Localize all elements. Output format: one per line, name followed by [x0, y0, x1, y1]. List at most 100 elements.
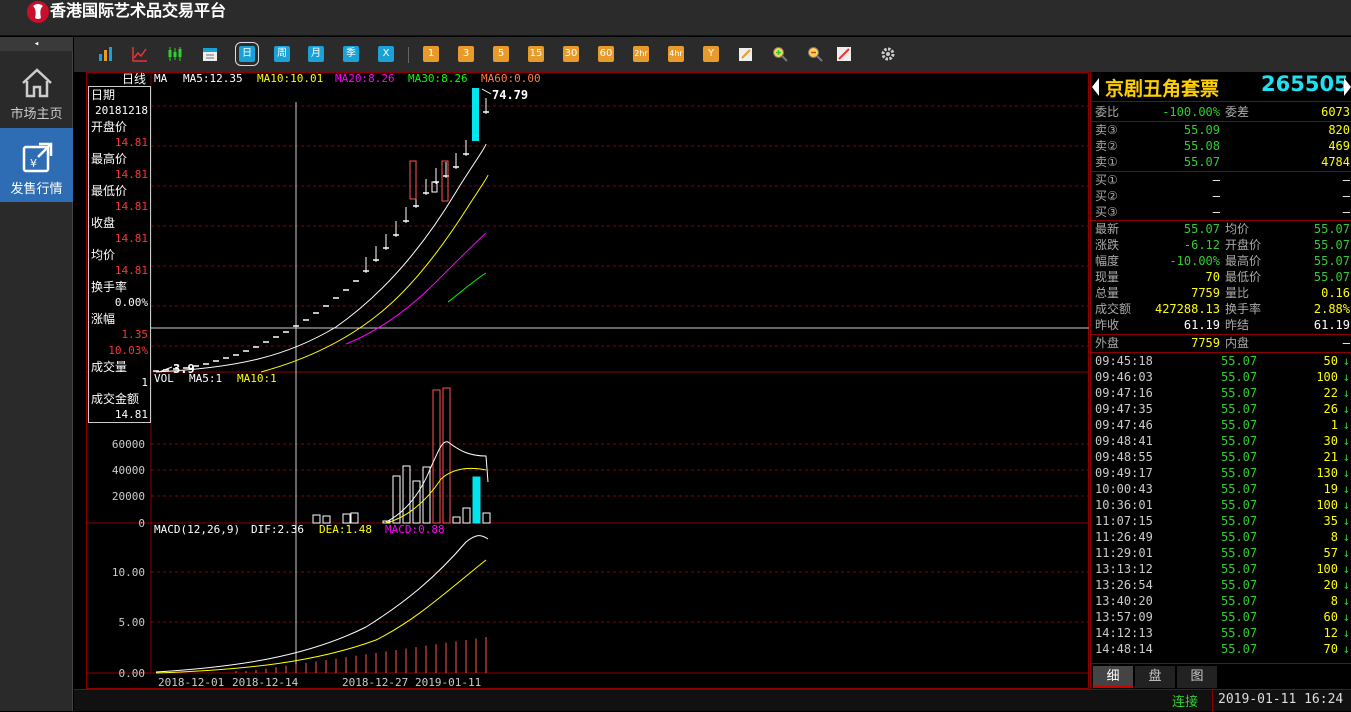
label: 委差: [1225, 105, 1250, 119]
sidebar-item-market-home[interactable]: 市场主页: [0, 53, 73, 127]
tick-row: 09:46:03 55.07 100 ↓: [1091, 369, 1351, 385]
minute-5-button[interactable]: 5: [493, 46, 509, 62]
info-label: 均价: [91, 248, 116, 262]
value: 427288.13: [1154, 302, 1220, 316]
period-custom-button[interactable]: X: [378, 46, 394, 62]
tick-price: 55.07: [1221, 498, 1258, 512]
tab-chart[interactable]: 图: [1177, 666, 1217, 688]
value: 55.07: [1313, 238, 1350, 252]
macd-axis-label: 10.00: [112, 566, 145, 579]
minute-15-button[interactable]: 15: [528, 46, 544, 62]
minute-3-button[interactable]: 3: [458, 46, 474, 62]
value: -10.00%: [1169, 254, 1220, 268]
label: 昨收: [1095, 318, 1120, 332]
tick-volume: 57: [1323, 546, 1338, 560]
down-arrow-icon: ↓: [1342, 610, 1350, 624]
label: 卖②: [1095, 139, 1118, 153]
down-arrow-icon: ↓: [1342, 402, 1350, 416]
candle-up: [441, 160, 449, 202]
tick-price: 55.07: [1221, 434, 1258, 448]
date-axis-label: 2018-12-27: [342, 676, 408, 689]
tick-volume: 12: [1323, 626, 1338, 640]
legend-entry: DEA:1.48: [319, 523, 372, 536]
tick-row: 11:07:15 55.07 35 ↓: [1091, 513, 1351, 529]
minute-60-button[interactable]: 60: [598, 46, 614, 62]
tick-row: 10:00:43 55.07 19 ↓: [1091, 481, 1351, 497]
tick-price: 55.07: [1221, 642, 1258, 656]
macd-axis-label: 0.00: [119, 667, 146, 680]
line-chart-icon[interactable]: [132, 46, 148, 62]
date-axis-label: 2019-01-11: [415, 676, 481, 689]
sidebar-collapse-button[interactable]: ◂: [0, 37, 73, 51]
period-day-button[interactable]: 日: [235, 42, 259, 66]
zoom-in-icon[interactable]: [772, 46, 788, 62]
bar-chart-icon[interactable]: [98, 46, 114, 62]
legend-entry: MA60:0.00: [481, 72, 541, 85]
volume: 469: [1328, 139, 1350, 153]
down-arrow-icon: ↓: [1342, 546, 1350, 560]
period-week-button[interactable]: 周: [274, 46, 290, 62]
tick-volume: 130: [1316, 466, 1338, 480]
calendar-icon[interactable]: [202, 46, 218, 62]
date-axis-label: 2018-12-14: [232, 676, 299, 689]
period-quarter-button[interactable]: 季: [343, 46, 359, 62]
tick-row: 13:13:12 55.07 100 ↓: [1091, 561, 1351, 577]
info-label: 最高价: [91, 152, 128, 166]
value: 61.19: [1313, 318, 1350, 332]
zoom-out-icon[interactable]: [807, 46, 823, 62]
kline-chart[interactable]: 日线 MA MA5:12.35 MA10:10.01 MA20:8.26 MA30:8.…: [86, 72, 1089, 689]
label: 均价: [1225, 222, 1250, 236]
tick-price: 55.07: [1221, 386, 1258, 400]
hour-4-button[interactable]: 4hr: [668, 46, 684, 62]
tab-detail[interactable]: 细: [1093, 666, 1133, 688]
period-month-button[interactable]: 月: [308, 46, 324, 62]
toolbar: 日 周 月 季 X 1 3 5 15 30 60 2hr 4hr Y: [74, 37, 1351, 72]
value: -6.12: [1183, 238, 1220, 252]
down-arrow-icon: ↓: [1342, 642, 1350, 656]
minute-1-button[interactable]: 1: [423, 46, 439, 62]
label: 最高价: [1225, 254, 1262, 268]
label: 换手率: [1225, 302, 1262, 316]
tick-row: 11:26:49 55.07 8 ↓: [1091, 529, 1351, 545]
tab-orderbook[interactable]: 盘: [1135, 666, 1175, 688]
legend-entry: MA10:1: [237, 372, 277, 385]
value: 55.07: [1313, 222, 1350, 236]
app-title: 香港国际艺术品交易平台: [50, 1, 227, 20]
down-arrow-icon: ↓: [1342, 498, 1350, 512]
settings-icon[interactable]: [880, 46, 896, 62]
hour-2-button[interactable]: 2hr: [633, 46, 649, 62]
label: 现量: [1095, 270, 1120, 284]
draw-icon[interactable]: [836, 46, 852, 62]
value: 55.07: [1183, 222, 1220, 236]
label: 委比: [1095, 105, 1120, 119]
minute-30-button[interactable]: 30: [563, 46, 579, 62]
down-arrow-icon: ↓: [1342, 354, 1350, 368]
volume-bar: [350, 512, 359, 524]
item-name: 京剧丑角套票: [1105, 78, 1220, 100]
tick-price: 55.07: [1221, 562, 1258, 576]
label: 最新: [1095, 222, 1120, 236]
legend-entry: MACD(12,26,9): [154, 523, 240, 536]
tick-row: 11:29:01 55.07 57 ↓: [1091, 545, 1351, 561]
prev-item-arrow-icon[interactable]: [1092, 78, 1099, 96]
sidebar-item-label: 发售行情: [10, 182, 63, 197]
label: 外盘: [1095, 336, 1120, 350]
sidebar-item-issue-market[interactable]: ¥ 发售行情: [0, 128, 73, 202]
ma10-line: [260, 174, 489, 373]
volume-bar: [462, 507, 471, 524]
candle-down: [472, 88, 479, 141]
edit-icon[interactable]: [738, 46, 754, 62]
volume-bar: [442, 387, 451, 524]
tick-row: 13:57:09 55.07 60 ↓: [1091, 609, 1351, 625]
down-arrow-icon: ↓: [1342, 482, 1350, 496]
quote-header: 京剧丑角套票 265505: [1091, 72, 1351, 102]
label: 买①: [1095, 173, 1118, 187]
candlestick-icon[interactable]: [167, 46, 183, 62]
year-button[interactable]: Y: [703, 46, 719, 62]
down-arrow-icon: ↓: [1342, 626, 1350, 640]
tick-row: 09:47:46 55.07 1 ↓: [1091, 417, 1351, 433]
status-bar: 连接 2019-01-11 16:24: [74, 689, 1351, 712]
value: 0.16: [1321, 286, 1350, 300]
next-item-arrow-icon[interactable]: [1344, 78, 1351, 96]
info-value: 14.81: [114, 136, 148, 149]
